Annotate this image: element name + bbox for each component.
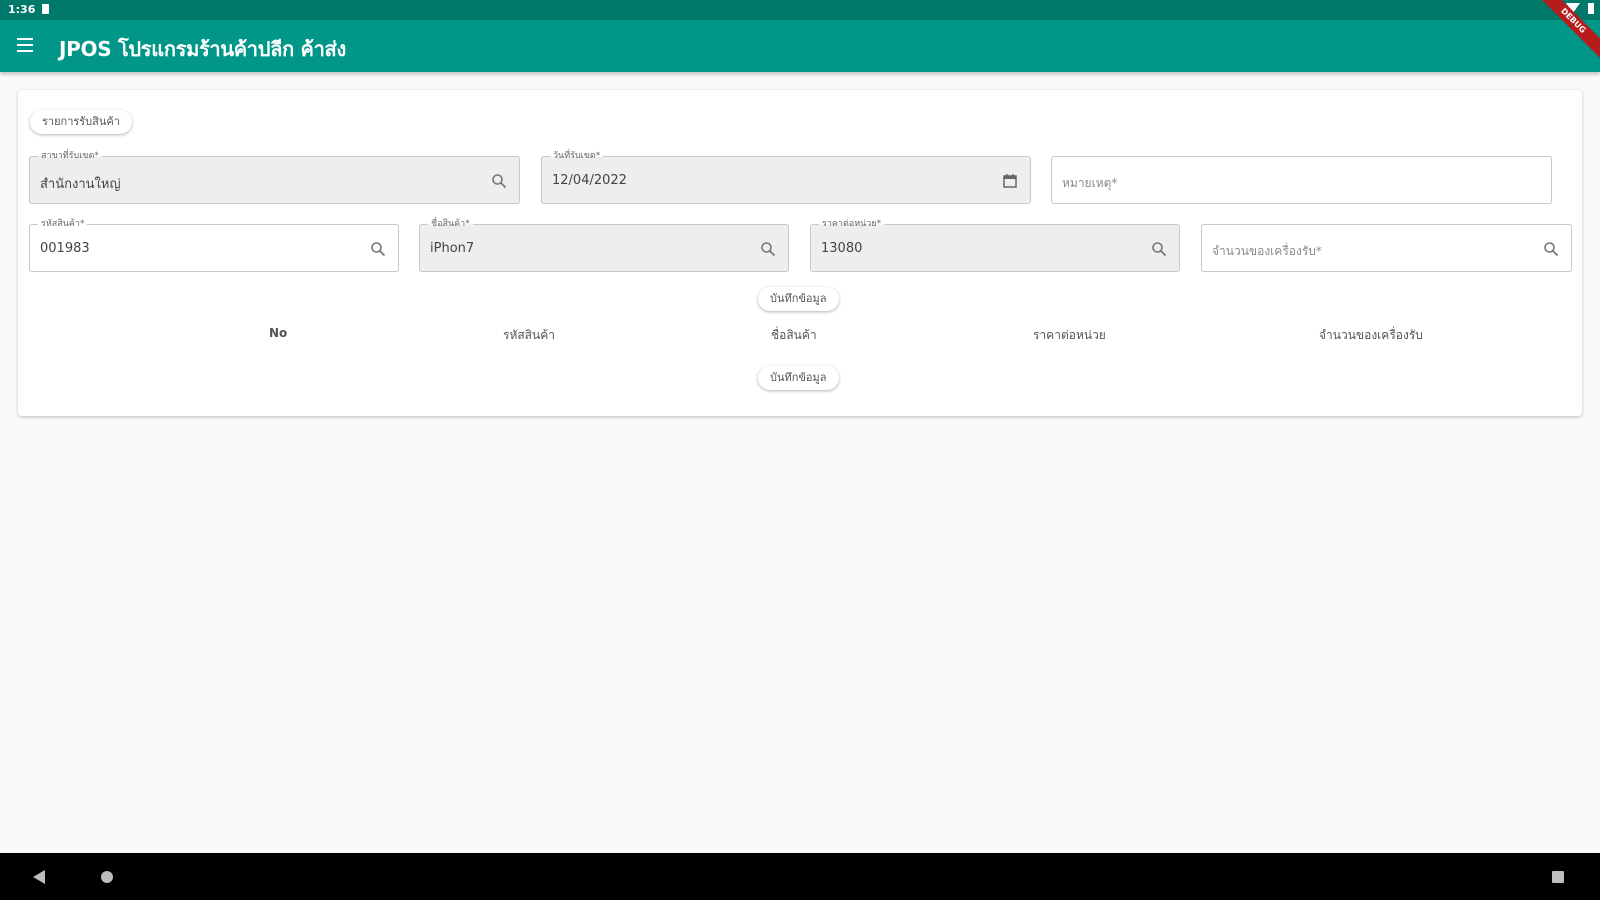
table-header: No รหัสสินค้า ชื่อสินค้า ราคาต่อหน่วย จำ… <box>18 326 1582 346</box>
note-placeholder: หมายเหตุ* <box>1062 176 1118 190</box>
menu-icon[interactable] <box>17 38 33 52</box>
battery-icon <box>1588 3 1594 14</box>
column-header-quantity: จำนวนของเครื่องรับ <box>1319 328 1423 342</box>
product-code-value: 001983 <box>40 241 90 256</box>
search-icon[interactable] <box>1151 241 1167 257</box>
form-card: รายการรับสินค้า สาขาที่รับเขต* สำนักงานใ… <box>18 90 1582 416</box>
quantity-field[interactable]: จำนวนของเครื่องรับ* <box>1201 224 1572 272</box>
recent-apps-icon[interactable] <box>1552 871 1564 883</box>
quantity-placeholder: จำนวนของเครื่องรับ* <box>1212 244 1322 258</box>
price-value: 13080 <box>821 241 863 256</box>
branch-value: สำนักงานใหญ่ <box>40 177 121 192</box>
date-field[interactable]: วันที่รับเขต* 12/04/2022 <box>541 150 1031 204</box>
price-label: ราคาต่อหน่วย* <box>819 218 885 230</box>
search-icon[interactable] <box>491 173 507 189</box>
back-icon[interactable] <box>33 870 45 884</box>
product-code-field[interactable]: รหัสสินค้า* 001983 <box>29 218 399 272</box>
date-label: วันที่รับเขต* <box>550 150 604 162</box>
date-value: 12/04/2022 <box>552 173 627 188</box>
calendar-icon[interactable] <box>1002 173 1018 189</box>
search-icon[interactable] <box>760 241 776 257</box>
receive-list-button[interactable]: รายการรับสินค้า <box>30 110 132 134</box>
bottom-save-button[interactable]: บันทึกข้อมูล <box>758 366 839 390</box>
product-name-value: iPhon7 <box>430 241 475 256</box>
column-header-product-name: ชื่อสินค้า <box>771 328 817 342</box>
save-button[interactable]: บันทึกข้อมูล <box>758 287 839 311</box>
search-icon[interactable] <box>1543 241 1559 257</box>
navigation-bar <box>0 853 1600 900</box>
product-code-label: รหัสสินค้า* <box>38 218 88 230</box>
search-icon[interactable] <box>370 241 386 257</box>
product-name-label: ชื่อสินค้า* <box>428 218 473 230</box>
price-field[interactable]: ราคาต่อหน่วย* 13080 <box>810 218 1180 272</box>
branch-field[interactable]: สาขาที่รับเขต* สำนักงานใหญ่ <box>29 150 520 204</box>
column-header-product-code: รหัสสินค้า <box>503 328 555 342</box>
column-header-no: No <box>269 326 288 340</box>
status-bar: 1:36 <box>0 0 1600 20</box>
home-icon[interactable] <box>101 871 113 883</box>
status-time: 1:36 <box>8 3 36 16</box>
product-name-field[interactable]: ชื่อสินค้า* iPhon7 <box>419 218 789 272</box>
sd-card-icon <box>42 4 49 14</box>
page-title: JPOS โปรแกรมร้านค้าปลีก ค้าส่ง <box>59 37 346 61</box>
column-header-unit-price: ราคาต่อหน่วย <box>1033 328 1106 342</box>
app-bar: JPOS โปรแกรมร้านค้าปลีก ค้าส่ง <box>0 20 1600 72</box>
branch-label: สาขาที่รับเขต* <box>38 150 102 162</box>
note-field[interactable]: หมายเหตุ* <box>1051 156 1552 204</box>
